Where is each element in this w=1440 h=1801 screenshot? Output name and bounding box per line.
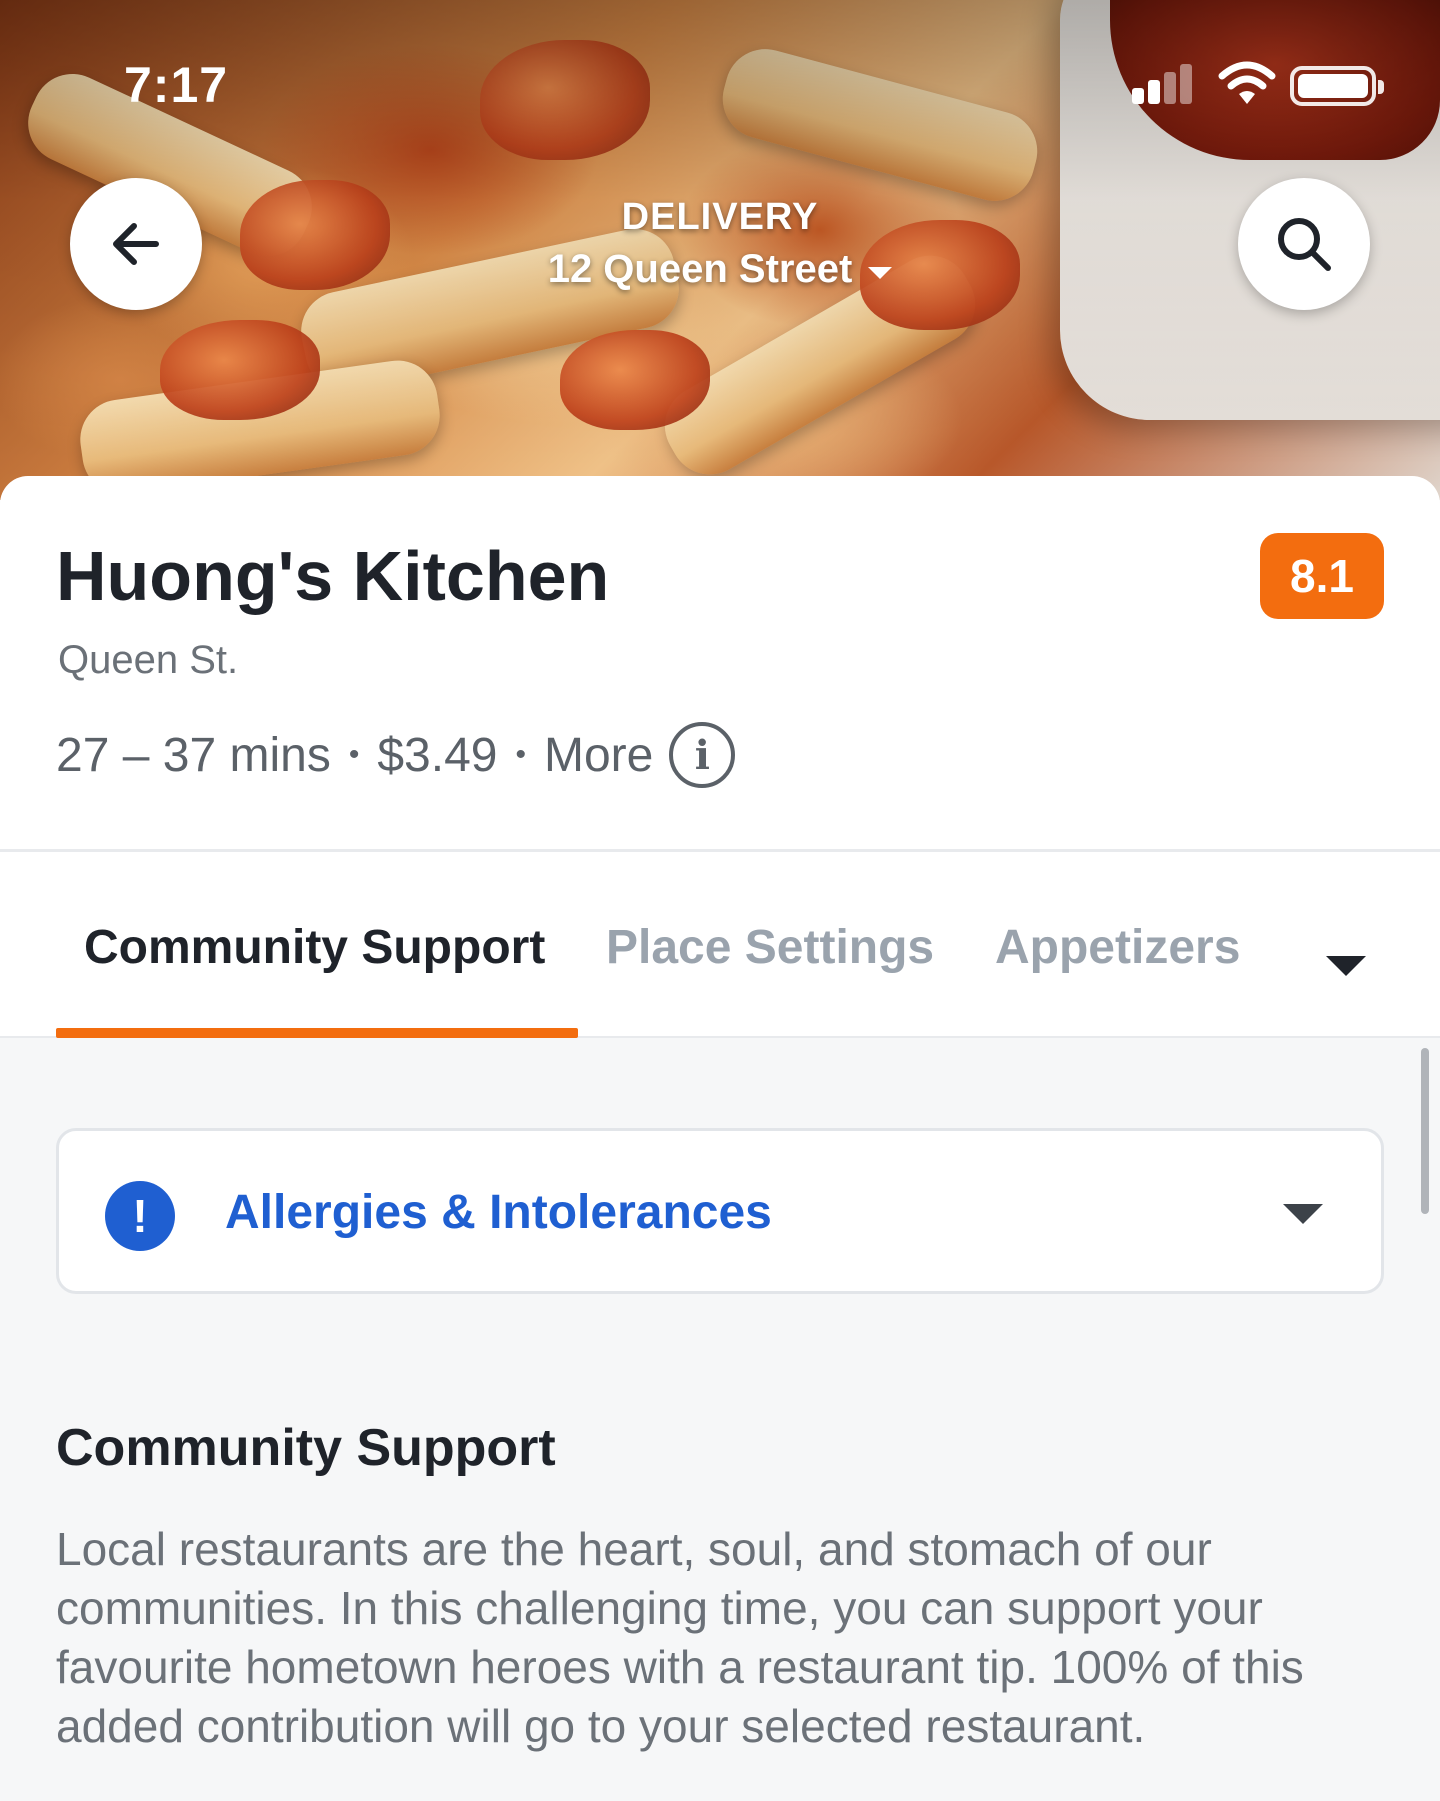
allergies-label: Allergies & Intolerances bbox=[225, 1186, 772, 1239]
back-button[interactable] bbox=[70, 178, 202, 310]
separator-dot: • bbox=[515, 738, 526, 771]
wifi-icon bbox=[1218, 61, 1276, 104]
allergies-dropdown[interactable]: ! Allergies & Intolerances bbox=[56, 1128, 1384, 1294]
alert-icon: ! bbox=[105, 1181, 175, 1251]
section-body: Local restaurants are the heart, soul, a… bbox=[56, 1523, 1304, 1752]
delivery-mode-label: DELIVERY bbox=[621, 196, 819, 238]
tab-community-support[interactable]: Community Support bbox=[84, 920, 545, 975]
scrollbar[interactable] bbox=[1421, 1048, 1429, 1214]
section-heading: Community Support bbox=[56, 1419, 556, 1477]
separator-dot: • bbox=[348, 738, 360, 771]
status-time: 7:17 bbox=[124, 57, 229, 113]
more-info-link[interactable]: More bbox=[544, 728, 653, 783]
chevron-down-icon bbox=[1281, 1199, 1325, 1229]
delivery-time: 27 – 37 mins bbox=[56, 728, 331, 782]
more-categories-button[interactable] bbox=[1318, 938, 1374, 994]
search-icon bbox=[1278, 218, 1331, 271]
info-icon[interactable]: i bbox=[669, 722, 736, 788]
tab-appetizers[interactable]: Appetizers bbox=[995, 920, 1240, 975]
delivery-meta-row[interactable]: 27 – 37 mins • $3.49 • More i bbox=[56, 722, 736, 788]
rating-badge: 8.1 bbox=[1260, 533, 1384, 619]
status-bar: 7:17 bbox=[0, 0, 1440, 170]
delivery-address: 12 Queen Street bbox=[547, 247, 853, 291]
arrow-left-icon bbox=[113, 223, 159, 265]
tab-place-settings[interactable]: Place Settings bbox=[606, 920, 934, 975]
chevron-down-icon bbox=[868, 266, 893, 279]
delivery-fee: $3.49 bbox=[377, 728, 498, 782]
search-button[interactable] bbox=[1238, 178, 1370, 310]
active-tab-indicator bbox=[56, 1028, 578, 1038]
menu-category-tabs: Community Support Place Settings Appetiz… bbox=[0, 852, 1440, 1038]
battery-icon bbox=[1290, 66, 1384, 106]
restaurant-info-card: Huong's Kitchen 8.1 Queen St. 27 – 37 mi… bbox=[0, 476, 1440, 852]
delivery-address-selector[interactable]: DELIVERY 12 Queen Street bbox=[420, 196, 1020, 292]
menu-content: ! Allergies & Intolerances Community Sup… bbox=[0, 1040, 1440, 1801]
restaurant-location: Queen St. bbox=[58, 638, 239, 682]
restaurant-name: Huong's Kitchen bbox=[56, 537, 610, 615]
chevron-down-icon bbox=[1326, 956, 1366, 976]
cellular-signal-icon bbox=[1132, 64, 1202, 104]
